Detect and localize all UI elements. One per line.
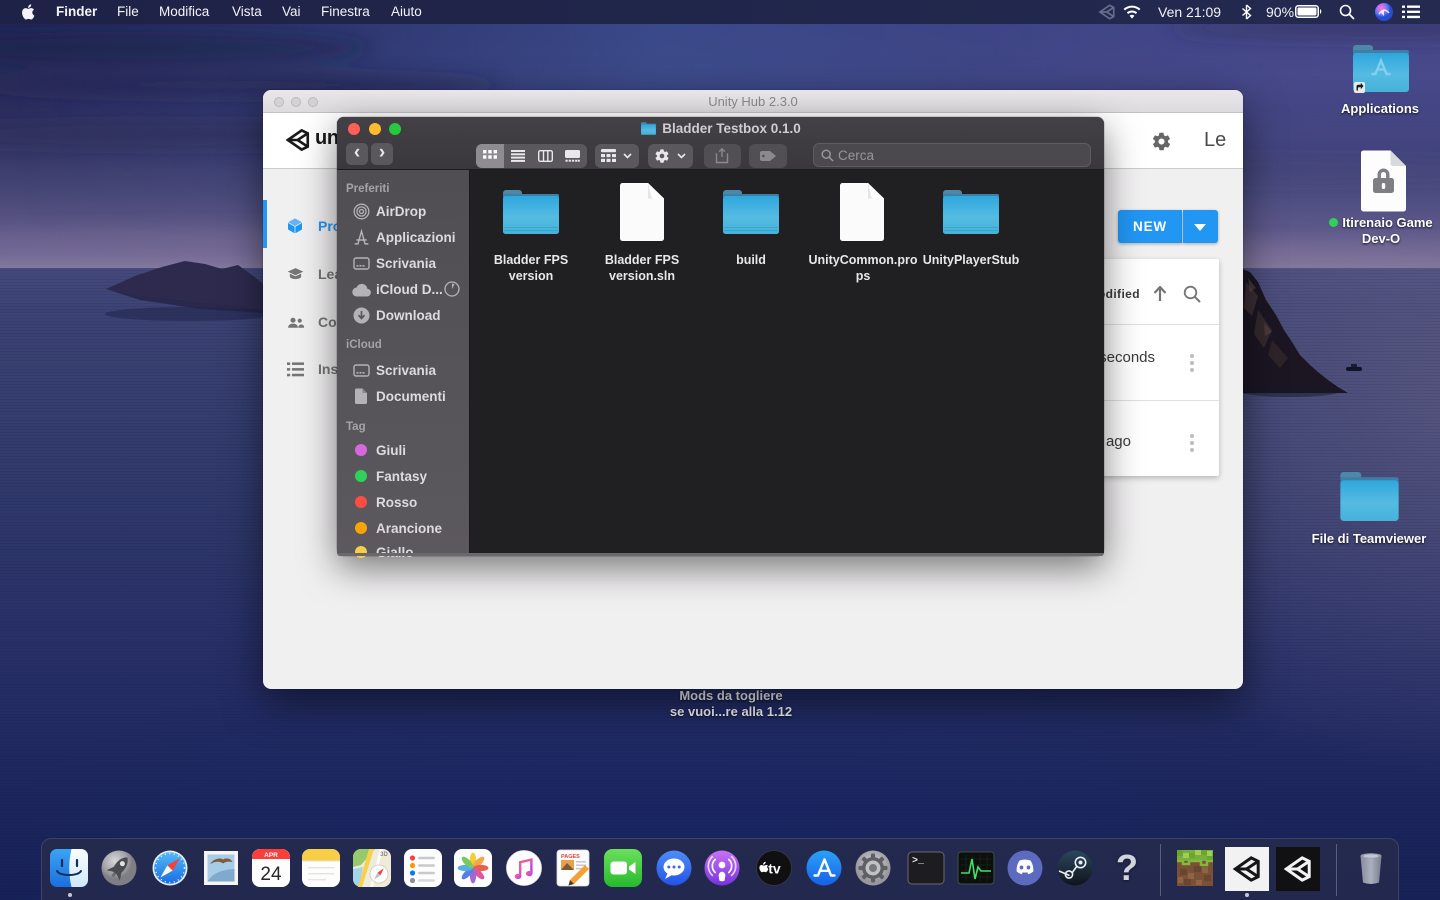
svg-text:3D: 3D xyxy=(380,852,388,858)
svg-text:24: 24 xyxy=(260,864,282,885)
svg-text:>_: >_ xyxy=(912,856,925,867)
svg-text:APR: APR xyxy=(264,852,278,859)
svg-text:tv: tv xyxy=(768,861,781,877)
svg-text:PAGES: PAGES xyxy=(561,854,580,860)
